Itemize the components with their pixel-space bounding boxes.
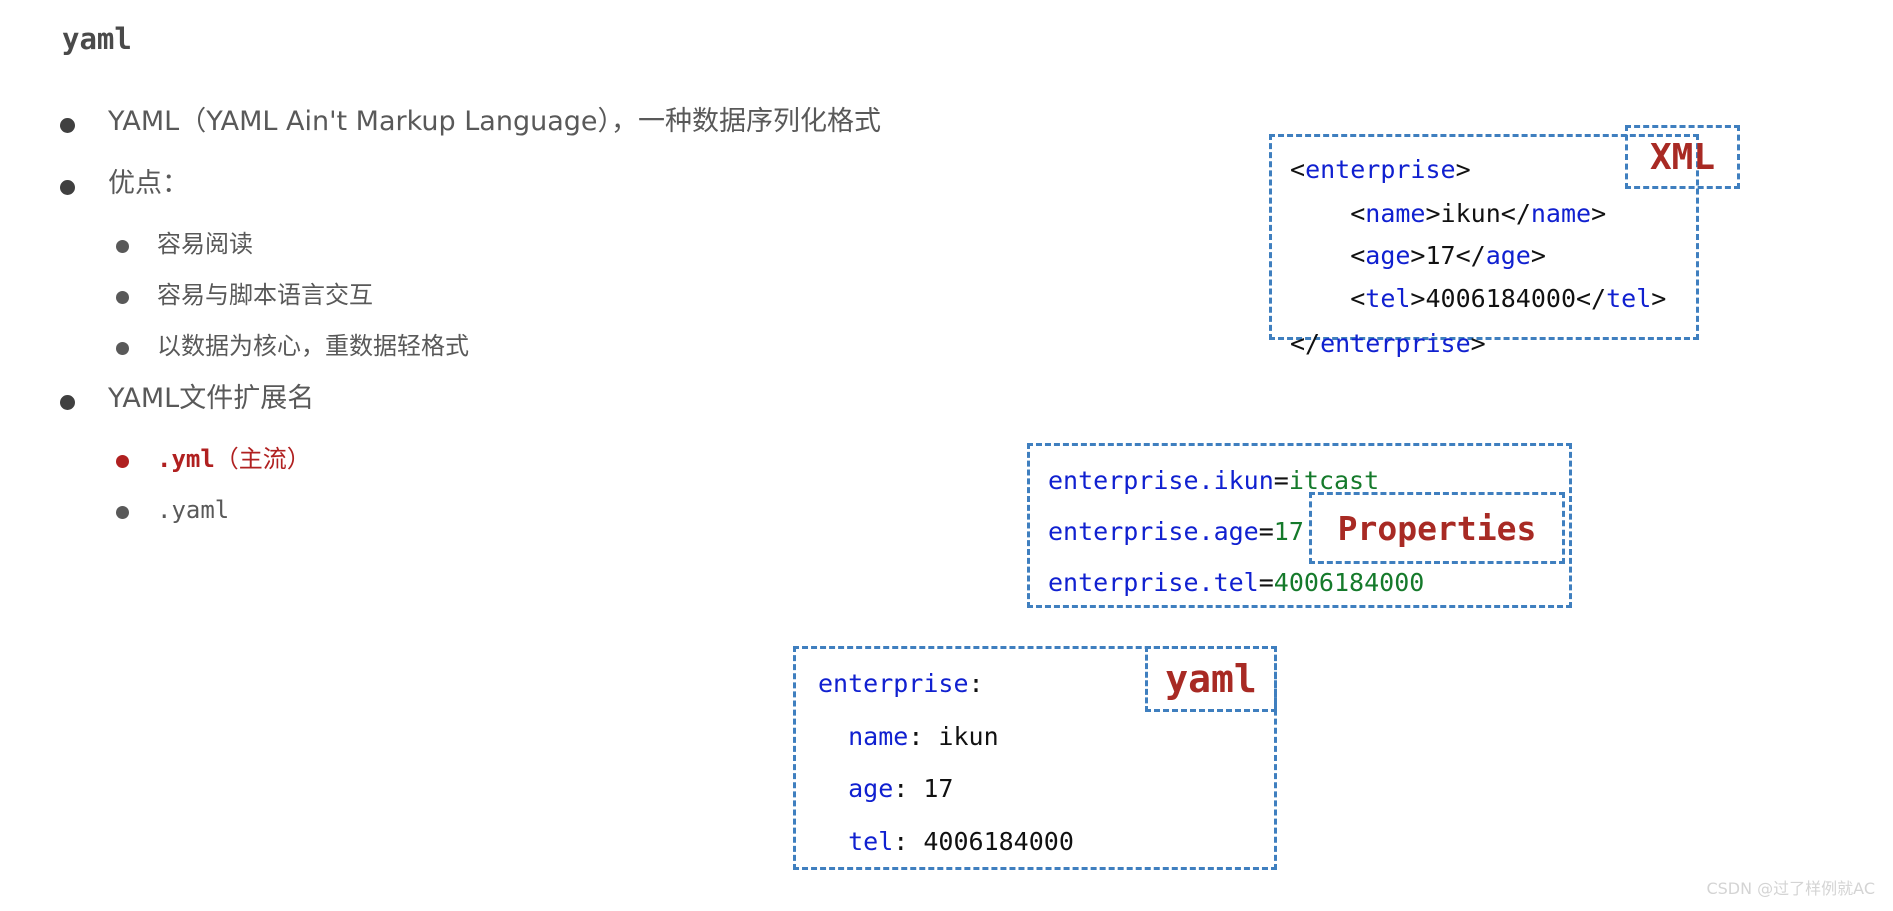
- yaml-code-line: name: ikun: [818, 724, 999, 749]
- code-token: >: [1530, 241, 1546, 270]
- list-item: 容易阅读: [116, 229, 1090, 280]
- code-token: enterprise: [1305, 155, 1456, 184]
- code-token: name: [1530, 199, 1592, 228]
- xml-format-label-text: XML: [1649, 136, 1716, 178]
- code-token: >: [1470, 329, 1486, 358]
- code-token: enterprise: [1320, 329, 1471, 358]
- code-token: name: [818, 722, 909, 751]
- code-token: </: [1290, 329, 1321, 358]
- bullet-dot-icon: [60, 395, 75, 410]
- csdn-watermark: CSDN @过了样例就AC: [1706, 879, 1875, 898]
- code-token: =: [1258, 517, 1274, 546]
- code-token: tel: [818, 827, 894, 856]
- bullet-dot-icon: [116, 342, 129, 355]
- list-item: .yaml: [116, 495, 1090, 546]
- bullet-dot-icon: [60, 180, 75, 195]
- list-item: 优点：: [60, 167, 1090, 229]
- code-token: </: [1500, 199, 1531, 228]
- list-item-label: .yaml: [157, 496, 230, 524]
- code-token: </: [1576, 284, 1607, 313]
- code-token: enterprise.age: [1048, 517, 1259, 546]
- code-token: <: [1290, 199, 1366, 228]
- code-token: :: [893, 774, 924, 803]
- code-token: age: [1485, 241, 1531, 270]
- code-token: ikun: [938, 722, 999, 751]
- code-token: >: [1410, 284, 1426, 313]
- code-token: age: [818, 774, 894, 803]
- xml-code-line: </enterprise>: [1290, 331, 1486, 356]
- code-token: 17: [1425, 241, 1456, 270]
- yaml-code-line: tel: 4006184000: [818, 829, 1074, 854]
- list-item-label-note: （主流）: [214, 445, 311, 473]
- bullet-dot-icon: [116, 291, 129, 304]
- code-token: >: [1455, 155, 1471, 184]
- properties-format-label: Properties: [1309, 492, 1565, 564]
- code-token: <: [1290, 155, 1306, 184]
- code-token: enterprise: [818, 669, 969, 698]
- list-item: YAML（YAML Ain't Markup Language），一种数据序列化…: [60, 105, 1090, 167]
- list-item-label: 以数据为核心，重数据轻格式: [157, 332, 469, 360]
- list-item-label: YAML文件扩展名: [108, 383, 315, 414]
- code-token: 4006184000: [1273, 568, 1425, 597]
- yaml-code-line: enterprise:: [818, 671, 984, 696]
- list-item-label: 优点：: [108, 168, 189, 199]
- code-token: ikun: [1440, 199, 1501, 228]
- properties-format-label-text: Properties: [1337, 508, 1537, 548]
- bullet-dot-icon: [116, 455, 129, 468]
- code-token: enterprise.tel: [1048, 568, 1259, 597]
- code-token: >: [1591, 199, 1607, 228]
- code-token: :: [893, 827, 924, 856]
- xml-code-line: <name>ikun</name>: [1290, 201, 1606, 226]
- code-token: >: [1651, 284, 1667, 313]
- yaml-format-label-text: yaml: [1165, 657, 1257, 701]
- code-token: =: [1273, 466, 1289, 495]
- properties-code-line: enterprise.age=17: [1048, 519, 1304, 544]
- code-token: age: [1365, 241, 1411, 270]
- code-token: </: [1455, 241, 1486, 270]
- bullet-dot-icon: [116, 240, 129, 253]
- code-token: <: [1290, 241, 1366, 270]
- code-token: name: [1365, 199, 1426, 228]
- bullet-dot-icon: [116, 506, 129, 519]
- list-item-label: 容易阅读: [157, 230, 253, 258]
- list-item: YAML文件扩展名: [60, 382, 1090, 444]
- list-item: 容易与脚本语言交互: [116, 280, 1090, 331]
- code-token: :: [968, 669, 984, 698]
- bullet-dot-icon: [60, 118, 75, 133]
- code-token: tel: [1606, 284, 1652, 313]
- yaml-format-label: yaml: [1145, 646, 1277, 712]
- xml-code-line: <enterprise>: [1290, 157, 1471, 182]
- list-item: 以数据为核心，重数据轻格式: [116, 331, 1090, 382]
- xml-format-label: XML: [1625, 125, 1740, 189]
- page-title: yaml: [62, 22, 132, 56]
- list-item-label: YAML（YAML Ain't Markup Language），一种数据序列化…: [108, 106, 881, 137]
- bullet-list: YAML（YAML Ain't Markup Language），一种数据序列化…: [60, 105, 1090, 546]
- code-token: >: [1410, 241, 1426, 270]
- code-token: 17: [923, 774, 954, 803]
- yaml-code-line: age: 17: [818, 776, 953, 801]
- code-token: 4006184000: [923, 827, 1074, 856]
- code-token: enterprise.ikun: [1048, 466, 1274, 495]
- code-token: tel: [1365, 284, 1411, 313]
- code-token: 17: [1273, 517, 1304, 546]
- code-token: itcast: [1288, 466, 1380, 495]
- code-token: 4006184000: [1425, 284, 1576, 313]
- code-token: =: [1258, 568, 1274, 597]
- properties-code-line: enterprise.ikun=itcast: [1048, 468, 1379, 493]
- list-item-label-ext: .yml: [157, 445, 215, 473]
- code-token: :: [908, 722, 939, 751]
- code-token: <: [1290, 284, 1366, 313]
- properties-code-line: enterprise.tel=4006184000: [1048, 570, 1424, 595]
- list-item-highlighted: .yml（主流）: [116, 444, 1090, 495]
- xml-code-line: <tel>4006184000</tel>: [1290, 286, 1666, 311]
- xml-code-line: <age>17</age>: [1290, 243, 1546, 268]
- code-token: >: [1425, 199, 1441, 228]
- list-item-label: 容易与脚本语言交互: [157, 281, 373, 309]
- list-item-label: .yml（主流）: [157, 444, 311, 474]
